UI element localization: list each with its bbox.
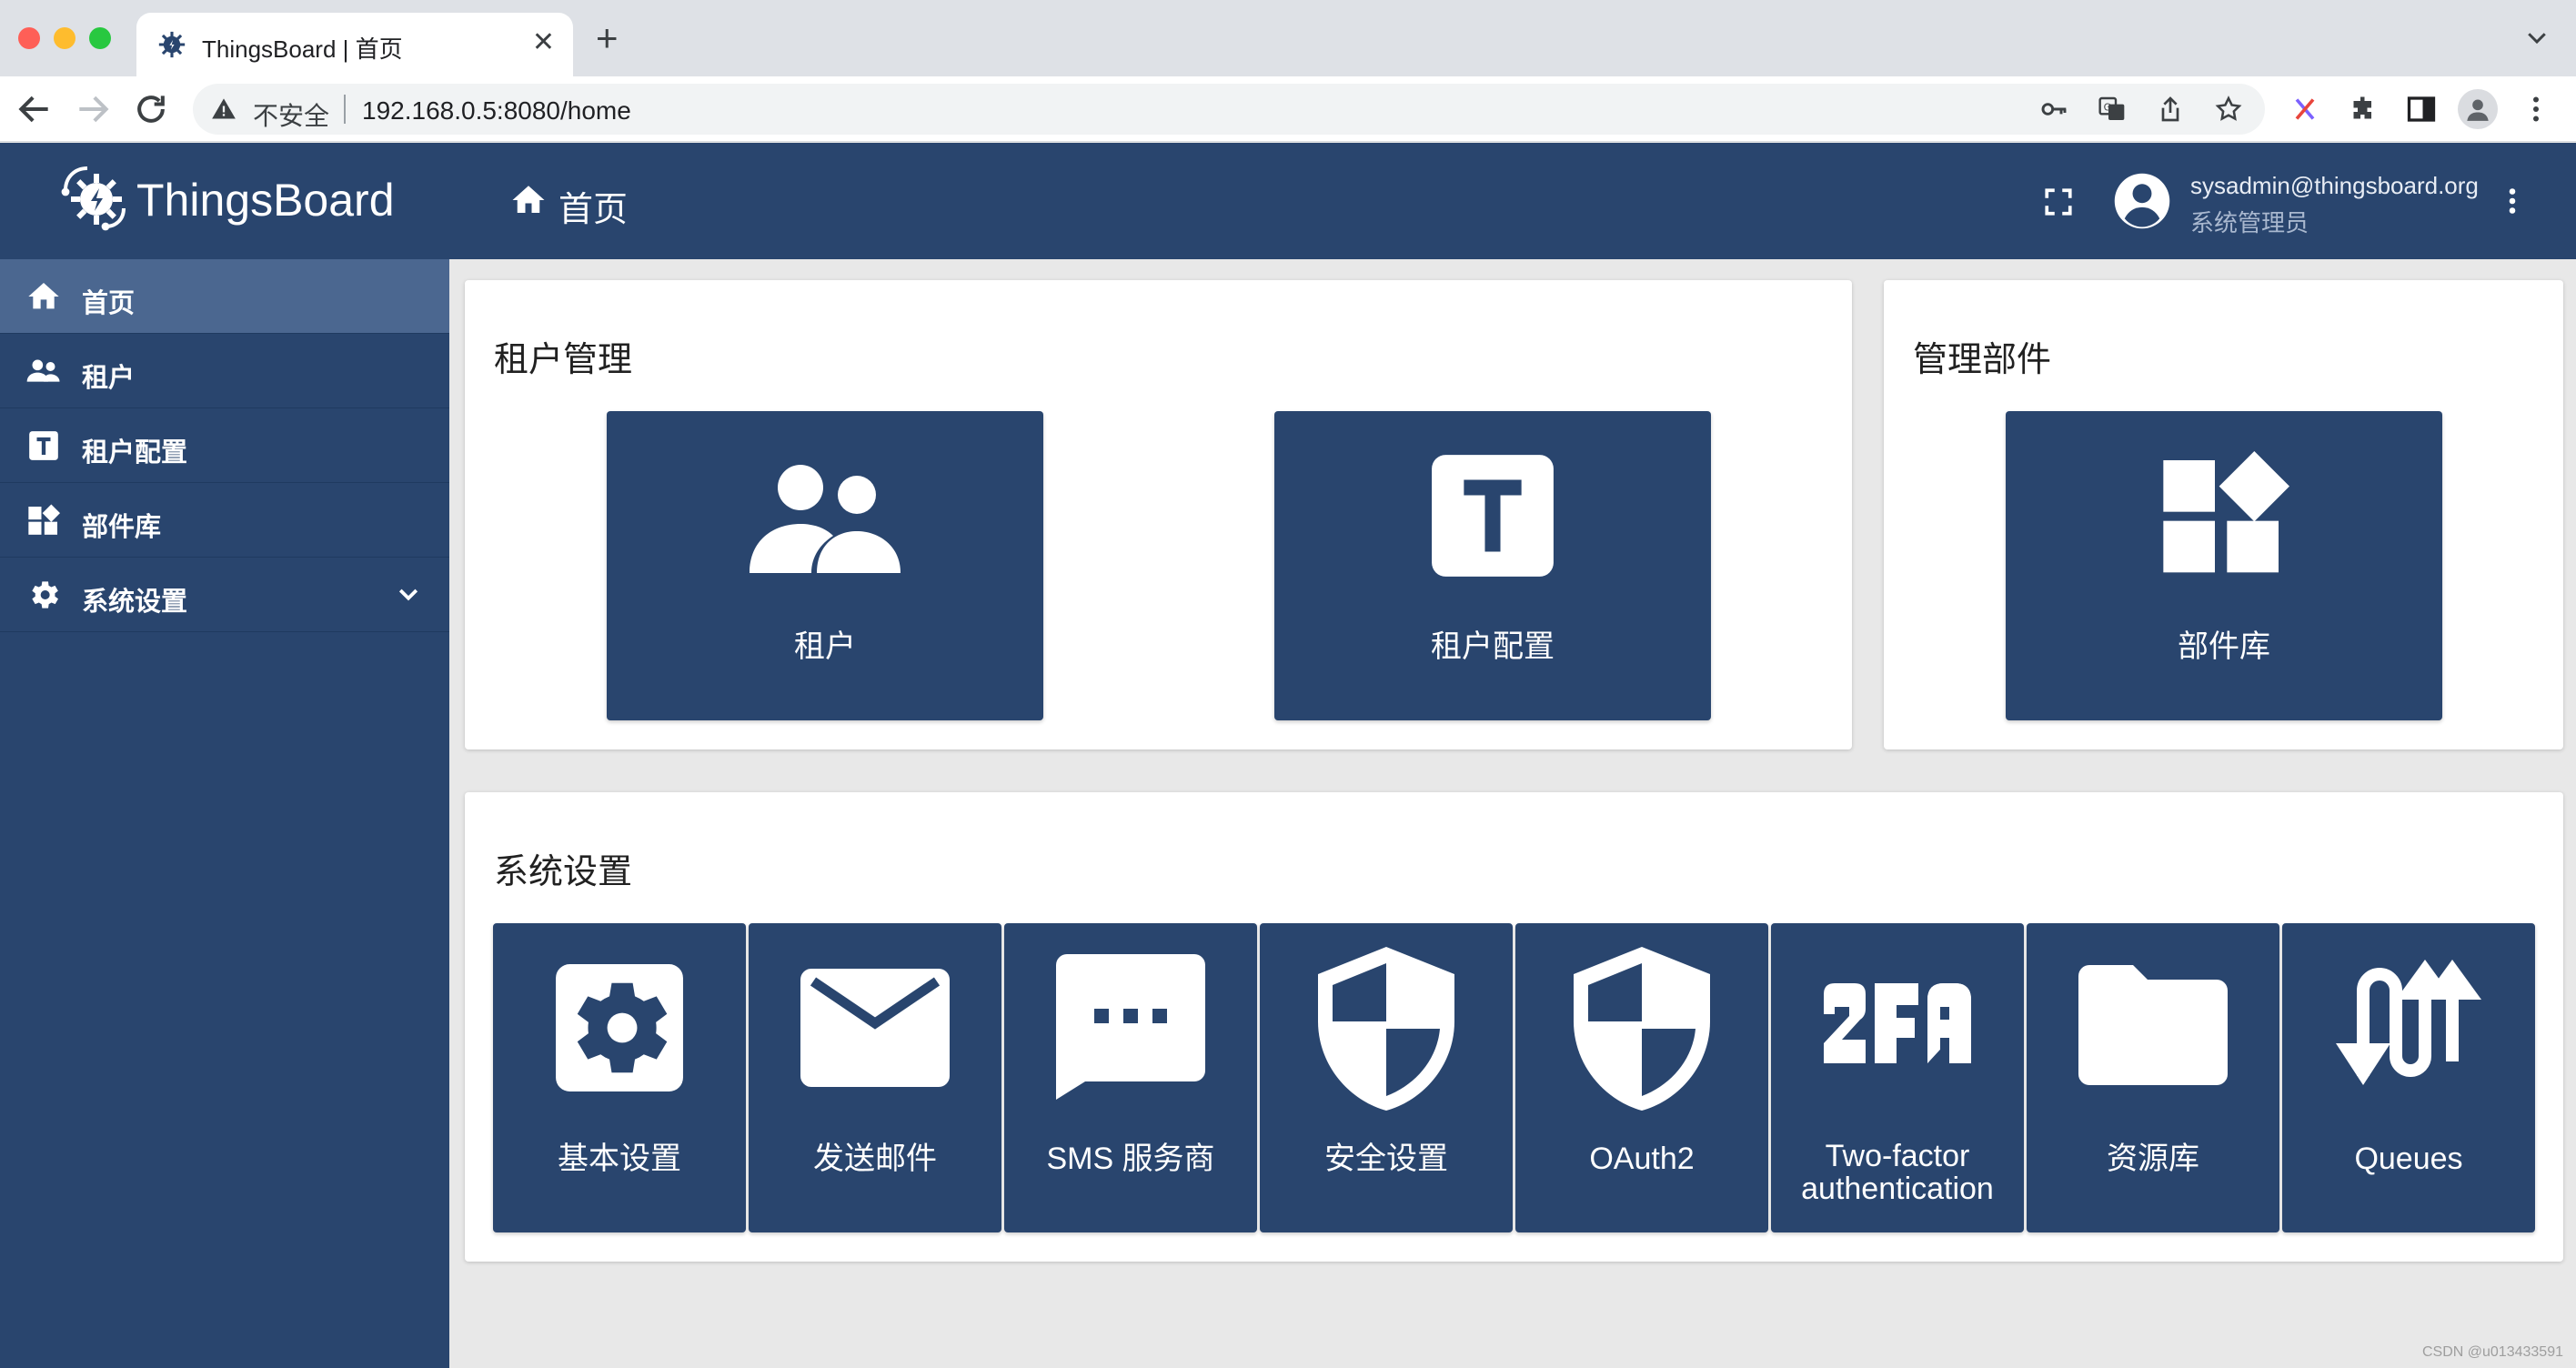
tile-label: Queues <box>2354 1142 2463 1176</box>
svg-text:G: G <box>2104 101 2111 113</box>
security-settings-tile[interactable]: 安全设置 <box>1260 923 1513 1232</box>
general-settings-tile[interactable]: 基本设置 <box>493 923 746 1232</box>
window-close-button[interactable] <box>18 27 40 49</box>
bookmark-star-icon[interactable] <box>2214 95 2243 124</box>
watermark: CSDN @u013433591 <box>2421 1344 2563 1360</box>
key-icon[interactable] <box>2039 95 2068 124</box>
widgets-library-tile[interactable]: 部件库 <box>2006 411 2442 720</box>
tab-title: ThingsBoard | 首页 <box>202 35 403 63</box>
tenants-tile[interactable]: 租户 <box>607 411 1043 720</box>
thingsboard-favicon-icon <box>158 31 186 58</box>
tile-label: 资源库 <box>2107 1142 2199 1176</box>
shield-icon <box>1574 947 1710 1111</box>
page-title: 首页 <box>558 191 629 229</box>
tenant-profile-icon <box>29 431 58 460</box>
mail-icon <box>800 969 950 1087</box>
side-panel-icon[interactable] <box>2405 93 2438 126</box>
url-text[interactable]: 192.168.0.5:8080/home <box>362 96 631 126</box>
more-vert-icon[interactable] <box>2496 183 2529 219</box>
2fa-icon <box>1824 983 1971 1063</box>
tab-close-icon[interactable]: ✕ <box>532 27 555 58</box>
address-divider <box>344 95 346 124</box>
people-icon <box>750 465 901 573</box>
sms-provider-tile[interactable]: SMS 服务商 <box>1004 923 1257 1232</box>
oauth2-tile[interactable]: OAuth2 <box>1515 923 1768 1232</box>
shield-icon <box>1318 947 1454 1111</box>
widgets-management-card: 管理部件 部件库 <box>1884 280 2563 749</box>
back-icon[interactable] <box>15 89 55 129</box>
browser-tab[interactable]: ThingsBoard | 首页 ✕ <box>136 13 573 76</box>
tile-label: 租户配置 <box>1431 629 1555 664</box>
account-circle-icon[interactable] <box>2112 171 2172 231</box>
home-icon <box>512 186 545 213</box>
sms-icon <box>1056 954 1205 1100</box>
tile-label: 租户 <box>794 629 856 664</box>
sidebar-item-tenant-profiles[interactable]: 租户配置 <box>0 408 449 483</box>
user-email[interactable]: sysadmin@thingsboard.org <box>2190 172 2479 200</box>
translate-icon[interactable]: G <box>2098 95 2127 124</box>
sidebar-item-system-settings[interactable]: 系统设置 <box>0 558 449 632</box>
tile-label: 部件库 <box>2178 629 2270 664</box>
profile-avatar[interactable] <box>2458 89 2498 129</box>
window-zoom-button[interactable] <box>89 27 111 49</box>
window-minimize-button[interactable] <box>54 27 75 49</box>
app-header: ThingsBoard 首页 sysadmin@thingsboard.org … <box>0 143 2576 259</box>
folder-icon <box>2078 965 2228 1085</box>
sidebar-item-label: 首页 <box>82 289 136 318</box>
warning-icon[interactable] <box>211 96 236 122</box>
browser-menu-icon[interactable] <box>2520 93 2552 126</box>
tile-label: OAuth2 <box>1589 1142 1695 1176</box>
tile-label: 发送邮件 <box>813 1142 937 1176</box>
tile-label: SMS 服务商 <box>1046 1142 1215 1176</box>
person-icon <box>2467 99 2489 121</box>
card-title: 系统设置 <box>494 853 633 891</box>
share-icon[interactable] <box>2156 95 2185 124</box>
browser-tab-strip: ThingsBoard | 首页 ✕ + <box>0 0 2576 76</box>
queues-icon <box>2336 960 2481 1085</box>
user-role: 系统管理员 <box>2190 209 2309 236</box>
sidebar-item-label: 租户配置 <box>82 438 188 468</box>
gear-icon <box>556 964 683 1091</box>
fullscreen-icon[interactable] <box>2043 186 2074 217</box>
people-icon <box>26 359 60 382</box>
resources-library-tile[interactable]: 资源库 <box>2027 923 2279 1232</box>
insecure-label[interactable]: 不安全 <box>253 96 329 133</box>
extensions-puzzle-icon[interactable] <box>2347 93 2380 126</box>
mail-server-tile[interactable]: 发送邮件 <box>749 923 1001 1232</box>
thingsboard-logo-icon[interactable] <box>58 161 131 234</box>
gear-icon <box>32 581 58 609</box>
tenant-profiles-tile[interactable]: 租户配置 <box>1274 411 1711 720</box>
browser-toolbar: 不安全 192.168.0.5:8080/home G <box>0 76 2576 142</box>
forward-icon[interactable] <box>73 89 113 129</box>
card-title: 租户管理 <box>494 341 633 379</box>
new-tab-button[interactable]: + <box>596 19 619 57</box>
sidebar-item-label: 系统设置 <box>82 588 188 617</box>
two-factor-auth-tile[interactable]: Two-factor authentication <box>1771 923 2024 1232</box>
sidebar-item-label: 部件库 <box>82 513 162 542</box>
tenant-profile-icon <box>1432 455 1554 577</box>
system-settings-card: 系统设置 基本设置 发送邮件 SMS 服务商 安全设置 OAuth2 Two-f… <box>465 792 2563 1262</box>
tile-label: 基本设置 <box>558 1142 681 1176</box>
widgets-icon <box>28 504 60 535</box>
widgets-icon <box>2163 451 2289 573</box>
queues-tile[interactable]: Queues <box>2282 923 2535 1232</box>
logo-text[interactable]: ThingsBoard <box>136 174 395 226</box>
extension-x-icon[interactable] <box>2289 93 2321 126</box>
reload-icon[interactable] <box>131 89 171 129</box>
tile-label: 安全设置 <box>1324 1142 1448 1176</box>
sidebar-item-widgets-library[interactable]: 部件库 <box>0 483 449 558</box>
sidebar-item-label: 租户 <box>82 364 136 393</box>
home-icon <box>28 283 59 309</box>
chevron-down-icon[interactable] <box>2523 24 2551 51</box>
card-title: 管理部件 <box>1913 341 2052 379</box>
chevron-down-icon[interactable] <box>395 581 422 609</box>
sidebar-item-tenants[interactable]: 租户 <box>0 334 449 408</box>
sidebar: 首页 租户 租户配置 部件库 系统设置 <box>0 259 449 1368</box>
sidebar-item-home[interactable]: 首页 <box>0 259 449 334</box>
tile-label: Two-factor authentication <box>1801 1139 1994 1206</box>
tenant-management-card: 租户管理 租户 租户配置 <box>465 280 1852 749</box>
address-bar[interactable]: 不安全 192.168.0.5:8080/home G <box>193 84 2265 135</box>
